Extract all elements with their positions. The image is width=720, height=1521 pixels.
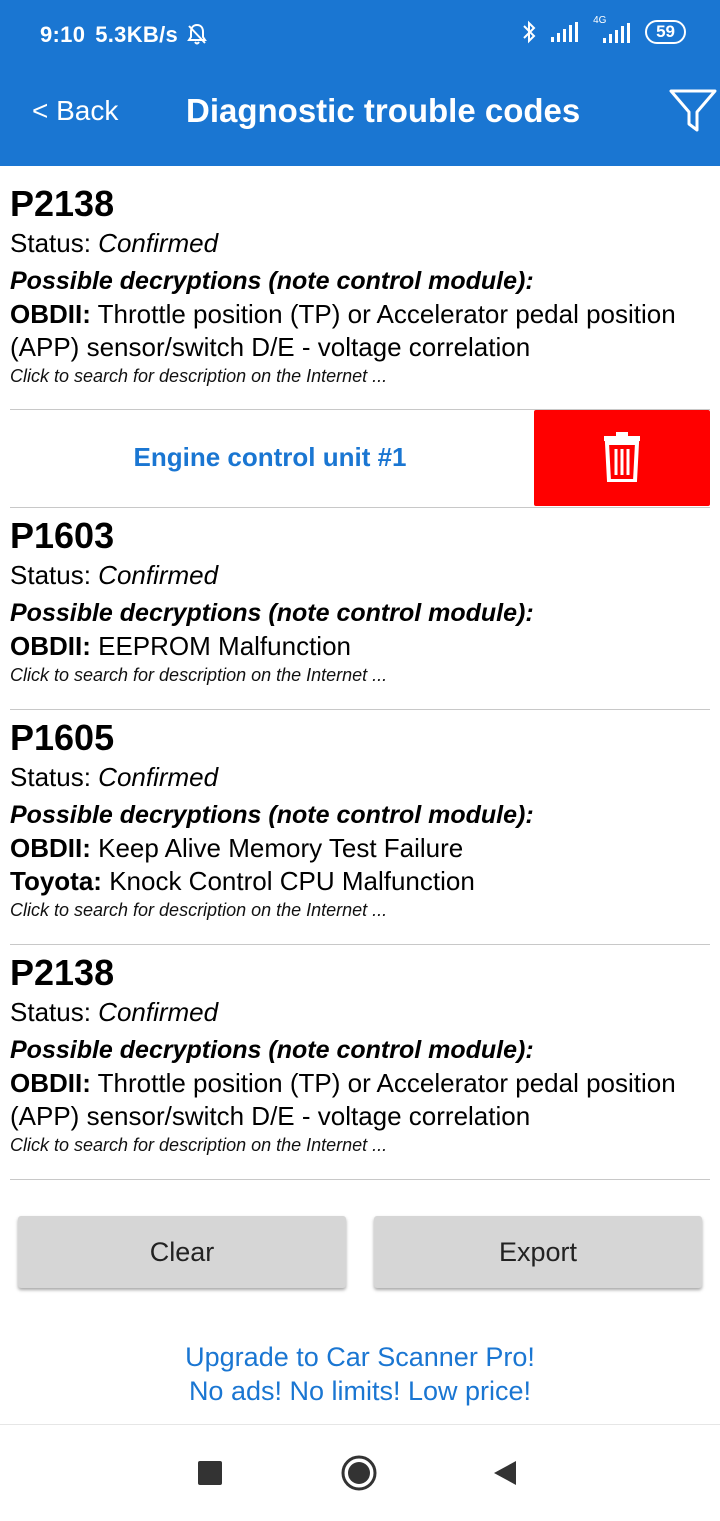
dtc-text: Keep Alive Memory Test Failure — [98, 833, 464, 863]
dtc-status: Status: Confirmed — [10, 760, 710, 794]
dtc-item[interactable]: P2138 Status: Confirmed Possible decrypt… — [10, 953, 710, 1157]
dtc-code: P2138 — [10, 952, 115, 993]
status-time: 9:10 — [40, 22, 86, 47]
dtc-source: OBDII: — [10, 631, 91, 661]
back-icon[interactable] — [492, 1459, 518, 1487]
dtc-text: Throttle position (TP) or Accelerator pe… — [10, 299, 676, 362]
system-nav-bar — [0, 1424, 720, 1521]
dtc-description: OBDII: Keep Alive Memory Test Failure — [10, 832, 710, 865]
promo-line-1[interactable]: Upgrade to Car Scanner Pro! — [0, 1340, 720, 1374]
recent-apps-icon[interactable] — [198, 1461, 222, 1485]
dtc-possible-label: Possible decryptions (note control modul… — [10, 1036, 534, 1064]
signal-4g-icon: 4G — [593, 15, 631, 43]
dtc-code: P1605 — [10, 717, 115, 758]
clear-button[interactable]: Clear — [18, 1216, 346, 1288]
export-button[interactable]: Export — [374, 1216, 702, 1288]
dtc-possible-label: Possible decryptions (note control modul… — [10, 267, 534, 295]
dtc-description: Toyota: Knock Control CPU Malfunction — [10, 865, 710, 898]
dtc-text: EEPROM Malfunction — [98, 631, 351, 661]
dtc-search-link[interactable]: Click to search for description on the I… — [10, 364, 710, 388]
dtc-status: Status: Confirmed — [10, 995, 710, 1029]
trash-icon — [604, 432, 640, 482]
dtc-search-link[interactable]: Click to search for description on the I… — [10, 1133, 710, 1157]
dtc-status-label: Status: — [10, 228, 91, 258]
dtc-source: OBDII: — [10, 299, 91, 329]
dtc-status-label: Status: — [10, 762, 91, 792]
dtc-description: OBDII: Throttle position (TP) or Acceler… — [10, 298, 710, 364]
bluetooth-icon — [523, 20, 536, 44]
battery-level: 59 — [656, 22, 675, 41]
app-header: 9:10 5.3KB/s 4G 59 < Back Diagnostic tro… — [0, 0, 720, 166]
dtc-search-link[interactable]: Click to search for description on the I… — [10, 663, 710, 687]
dtc-search-link[interactable]: Click to search for description on the I… — [10, 898, 710, 922]
dtc-status: Status: Confirmed — [10, 558, 710, 592]
divider — [10, 1179, 710, 1180]
battery-icon: 59 — [645, 20, 686, 44]
page-title: Diagnostic trouble codes — [186, 92, 581, 129]
dtc-possible-label: Possible decryptions (note control modul… — [10, 599, 534, 627]
divider — [10, 944, 710, 945]
promo-line-2[interactable]: No ads! No limits! Low price! — [0, 1374, 720, 1408]
dtc-source: OBDII: — [10, 833, 91, 863]
dtc-status-value: Confirmed — [98, 560, 219, 590]
dtc-code: P2138 — [10, 183, 115, 224]
dtc-status-label: Status: — [10, 560, 91, 590]
divider — [10, 709, 710, 710]
filter-icon[interactable] — [668, 86, 718, 136]
mute-bell-icon — [187, 23, 208, 45]
back-button[interactable]: < Back — [32, 95, 118, 127]
dtc-status-label: Status: — [10, 997, 91, 1027]
dtc-status-value: Confirmed — [98, 228, 219, 258]
dtc-description: OBDII: Throttle position (TP) or Acceler… — [10, 1067, 710, 1133]
signal-icon — [551, 22, 579, 42]
dtc-status-value: Confirmed — [98, 762, 219, 792]
dtc-text: Throttle position (TP) or Accelerator pe… — [10, 1068, 676, 1131]
home-icon[interactable] — [340, 1454, 378, 1492]
dtc-possible-label: Possible decryptions (note control modul… — [10, 801, 534, 829]
status-speed: 5.3KB/s — [95, 22, 179, 47]
dtc-item[interactable]: P1605 Status: Confirmed Possible decrypt… — [10, 718, 710, 922]
dtc-source: Toyota: — [10, 866, 102, 896]
ecu-label[interactable]: Engine control unit #1 — [10, 442, 530, 473]
dtc-item[interactable]: P2138 Status: Confirmed Possible decrypt… — [10, 184, 710, 388]
status-bar-left: 9:10 5.3KB/s — [40, 22, 208, 48]
dtc-description: OBDII: EEPROM Malfunction — [10, 630, 710, 663]
delete-button[interactable] — [534, 410, 710, 506]
dtc-text: Knock Control CPU Malfunction — [109, 866, 475, 896]
dtc-status: Status: Confirmed — [10, 226, 710, 260]
upgrade-promo[interactable]: Upgrade to Car Scanner Pro! No ads! No l… — [0, 1340, 720, 1408]
status-bar-right: 4G 59 — [521, 15, 686, 44]
dtc-item[interactable]: P1603 Status: Confirmed Possible decrypt… — [10, 516, 710, 687]
divider — [10, 507, 710, 508]
ecu-row[interactable]: Engine control unit #1 — [10, 410, 710, 506]
dtc-code: P1603 — [10, 515, 115, 556]
dtc-source: OBDII: — [10, 1068, 91, 1098]
dtc-status-value: Confirmed — [98, 997, 219, 1027]
